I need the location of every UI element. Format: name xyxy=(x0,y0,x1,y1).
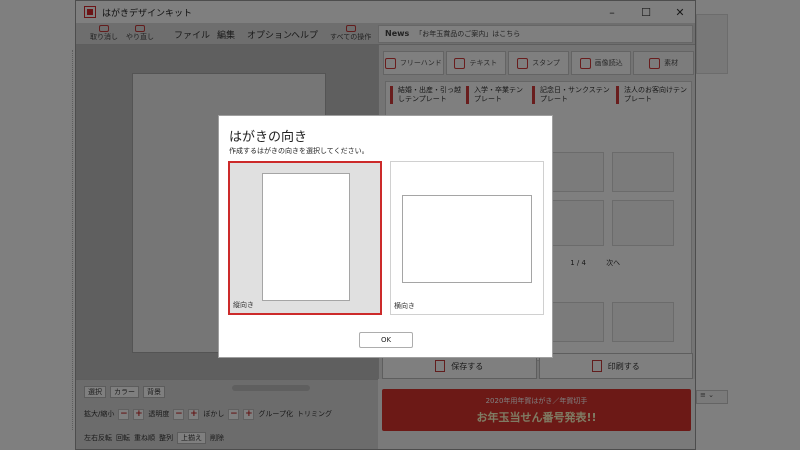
portrait-label: 縦向き xyxy=(233,301,254,309)
dialog-title: はがきの向き xyxy=(229,130,308,145)
portrait-paper-preview xyxy=(262,173,350,301)
landscape-paper-preview xyxy=(402,195,532,283)
ok-button[interactable]: OK xyxy=(359,332,413,348)
dialog-subtitle: 作成するはがきの向きを選択してください。 xyxy=(229,147,369,155)
landscape-option[interactable]: 横向き xyxy=(390,161,544,315)
portrait-option[interactable]: 縦向き xyxy=(228,161,382,315)
orientation-dialog: はがきの向き 作成するはがきの向きを選択してください。 縦向き 横向き OK xyxy=(218,115,553,358)
landscape-label: 横向き xyxy=(394,302,415,310)
